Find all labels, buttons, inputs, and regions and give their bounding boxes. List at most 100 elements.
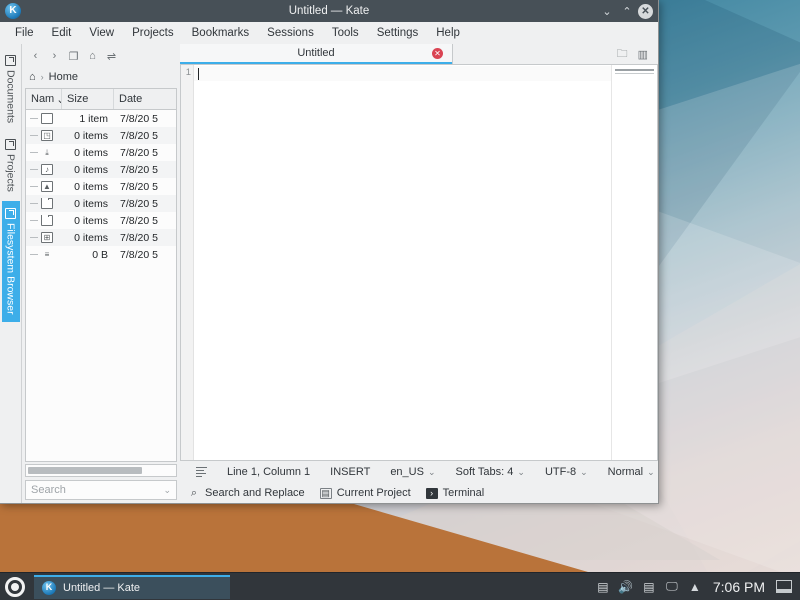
file-date-cell: 7/8/20 5	[114, 164, 176, 176]
terminal-button[interactable]: › Terminal	[426, 487, 494, 499]
filesystem-browser-toolbar: ‹ › ❐ ⌂ ⇌	[25, 46, 177, 66]
table-row[interactable]: ⊞ 0 items 7/8/20 5	[26, 229, 176, 246]
table-row[interactable]: ♪ 0 items 7/8/20 5	[26, 161, 176, 178]
file-size-cell: 0 items	[62, 181, 114, 193]
terminal-icon: ›	[426, 488, 438, 499]
bookmark-icon[interactable]: ❐	[67, 50, 80, 63]
editor-scrollbar[interactable]	[611, 65, 657, 460]
menu-file[interactable]: File	[6, 25, 43, 41]
menu-bookmarks[interactable]: Bookmarks	[183, 25, 259, 41]
tab-untitled[interactable]: Untitled ✕	[180, 44, 452, 64]
tree-branch	[30, 220, 38, 221]
filesystem-browser-icon	[5, 208, 16, 219]
column-header-date[interactable]: Date	[114, 89, 176, 109]
text-file-icon: ≡	[41, 249, 53, 260]
file-list-horizontal-scrollbar[interactable]	[25, 464, 177, 477]
documents-icon	[5, 55, 16, 66]
table-row[interactable]: 0 items 7/8/20 5	[26, 212, 176, 229]
maximize-button[interactable]: ⌃	[618, 2, 636, 20]
sidebar-tab-strip: Documents Projects Filesystem Browser	[0, 44, 22, 503]
home-user-icon[interactable]: ⌂	[86, 50, 99, 63]
documents-icon: ◳	[41, 130, 53, 141]
menu-edit[interactable]: Edit	[43, 25, 81, 41]
insert-mode[interactable]: INSERT	[320, 466, 380, 478]
menu-tools[interactable]: Tools	[323, 25, 368, 41]
clipboard-icon[interactable]: ▤	[596, 580, 610, 594]
sidebar-tab-projects[interactable]: Projects	[2, 132, 20, 199]
file-name-cell: ♪	[26, 164, 62, 175]
encoding-selector[interactable]: UTF-8 ⌄	[535, 466, 598, 478]
digital-clock[interactable]: 7:06 PM	[711, 579, 767, 595]
display-icon[interactable]: 🖵	[665, 580, 679, 594]
menu-settings[interactable]: Settings	[368, 25, 428, 41]
sidebar-tab-label: Documents	[5, 70, 17, 123]
file-date-cell: 7/8/20 5	[114, 249, 176, 261]
table-row[interactable]: ◳ 0 items 7/8/20 5	[26, 127, 176, 144]
file-list-header: Nam ⌄ Size Date	[26, 89, 176, 110]
current-project-button[interactable]: ▤ Current Project	[320, 487, 420, 499]
menu-projects[interactable]: Projects	[123, 25, 183, 41]
text-editor-input[interactable]	[194, 65, 611, 460]
sidebar-tab-documents[interactable]: Documents	[2, 48, 20, 130]
file-size-cell: 0 items	[62, 232, 114, 244]
current-project-label: Current Project	[337, 487, 411, 499]
close-button[interactable]: ✕	[638, 4, 653, 19]
tree-branch	[30, 135, 38, 136]
search-and-replace-button[interactable]: ⌕ Search and Replace	[188, 487, 314, 499]
show-hidden-icons-arrow[interactable]: ▲	[688, 580, 702, 594]
sidebar-tab-filesystem-browser[interactable]: Filesystem Browser	[2, 201, 20, 322]
tab-width-selector[interactable]: Soft Tabs: 4 ⌄	[446, 466, 535, 478]
home-icon[interactable]: ⌂	[29, 71, 36, 83]
project-icon: ▤	[320, 488, 332, 499]
new-tab-icon[interactable]: 🗀	[617, 45, 628, 64]
breadcrumb-path[interactable]: Home	[49, 71, 78, 83]
breadcrumb-separator: ›	[41, 72, 44, 82]
minimize-button[interactable]: ⌄	[598, 2, 616, 20]
file-name-cell: ⊞	[26, 232, 62, 243]
dictionary-selector[interactable]: en_US ⌄	[380, 466, 445, 478]
table-row[interactable]: ≡ 0 B 7/8/20 5	[26, 246, 176, 263]
close-icon[interactable]: ✕	[432, 48, 443, 59]
device-notifier-icon[interactable]: ▤	[642, 580, 656, 594]
filter-search-box[interactable]: Search ⌄	[25, 480, 177, 500]
split-view-icon[interactable]: ▥	[638, 48, 648, 61]
kde-logo-icon	[5, 577, 25, 597]
menu-help[interactable]: Help	[427, 25, 469, 41]
wrap-mode-icon[interactable]	[186, 467, 217, 477]
menu-view[interactable]: View	[80, 25, 123, 41]
forward-icon[interactable]: ›	[48, 50, 61, 63]
system-tray: ▤ 🔊 ▤ 🖵 ▲ 7:06 PM	[596, 579, 800, 595]
tree-branch	[30, 203, 38, 204]
table-row[interactable]: ▲ 0 items 7/8/20 5	[26, 178, 176, 195]
line-number-gutter: 1	[181, 65, 194, 460]
volume-icon[interactable]: 🔊	[619, 580, 633, 594]
scrollbar-thumb[interactable]	[615, 69, 654, 71]
back-icon[interactable]: ‹	[29, 50, 42, 63]
dictionary-label: en_US	[390, 466, 424, 478]
chevron-down-icon: ⌄	[647, 467, 655, 478]
tab-width-label: Soft Tabs: 4	[456, 466, 514, 478]
chevron-down-icon[interactable]: ⌄	[163, 485, 171, 496]
editor-bottombar: ⌕ Search and Replace ▤ Current Project ›…	[180, 483, 658, 503]
file-size-cell: 1 item	[62, 113, 114, 125]
scrollbar-thumb[interactable]	[28, 467, 142, 474]
kate-icon: K	[42, 581, 56, 595]
column-header-name[interactable]: Nam ⌄	[26, 89, 62, 109]
file-date-cell: 7/8/20 5	[114, 130, 176, 142]
table-row[interactable]: 1 item 7/8/20 5	[26, 110, 176, 127]
column-header-size[interactable]: Size	[62, 89, 114, 109]
application-launcher-icon[interactable]	[2, 574, 28, 600]
file-date-cell: 7/8/20 5	[114, 215, 176, 227]
menu-sessions[interactable]: Sessions	[258, 25, 323, 41]
options-icon[interactable]: ⇌	[105, 50, 118, 63]
table-row[interactable]: 0 items 7/8/20 5	[26, 195, 176, 212]
pager-icon[interactable]	[776, 580, 792, 593]
encoding-label: UTF-8	[545, 466, 576, 478]
table-row[interactable]: ⤓ 0 items 7/8/20 5	[26, 144, 176, 161]
projects-icon	[5, 139, 16, 150]
filesystem-browser-pane: ‹ › ❐ ⌂ ⇌ ⌂ › Home Nam ⌄ Size Date	[22, 44, 180, 503]
line-number: 1	[181, 67, 191, 78]
highlight-mode-selector[interactable]: Normal ⌄	[598, 466, 665, 478]
tabbar-spacer	[452, 44, 607, 64]
taskbar-item-kate[interactable]: K Untitled — Kate	[34, 575, 230, 599]
